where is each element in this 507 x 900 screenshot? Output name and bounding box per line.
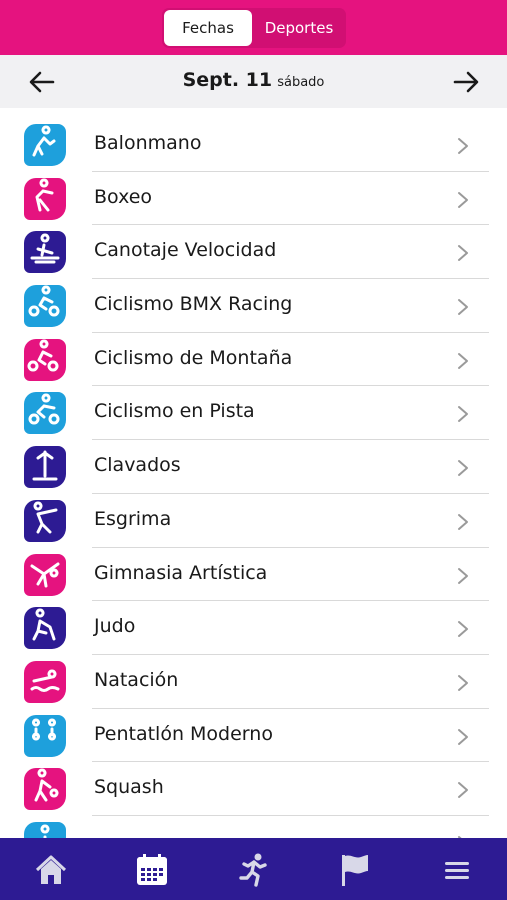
chevron-right-icon	[456, 191, 470, 209]
list-item[interactable]: Esgrima	[0, 494, 507, 548]
bottom-navigation	[0, 838, 507, 900]
tab-dates[interactable]: Fechas	[164, 10, 252, 46]
sport-label: Clavados	[94, 454, 181, 477]
sport-label: Ciclismo en Pista	[94, 400, 255, 423]
list-item[interactable]: Ciclismo en Pista	[0, 386, 507, 441]
judo-icon	[24, 607, 66, 650]
chevron-right-icon	[456, 298, 470, 316]
sport-label: Ciclismo de Montaña	[94, 346, 293, 369]
menu-icon	[445, 862, 469, 879]
list-item[interactable]: Natación	[0, 655, 507, 709]
sport-icon	[24, 821, 66, 838]
track-cycling-icon	[24, 392, 66, 435]
list-item[interactable]: Ciclismo de Montaña	[0, 333, 507, 387]
list-item[interactable]: Balonmano	[0, 118, 507, 172]
next-day-button[interactable]	[452, 68, 480, 96]
nav-menu[interactable]	[439, 852, 475, 888]
canoe-sprint-icon	[24, 231, 66, 274]
flag-icon	[342, 855, 368, 886]
bmx-icon	[24, 285, 66, 328]
list-item[interactable]	[0, 816, 507, 838]
sport-label: Ciclismo BMX Racing	[94, 293, 293, 316]
diving-icon	[24, 446, 66, 489]
list-item[interactable]: Boxeo	[0, 172, 507, 226]
chevron-right-icon	[456, 405, 470, 423]
tab-sports[interactable]: Deportes	[254, 10, 344, 46]
gymnastics-icon	[24, 553, 66, 596]
date-navigator: Sept. 11 sábado	[0, 55, 507, 108]
nav-calendar[interactable]	[134, 852, 170, 888]
list-item[interactable]: Squash	[0, 762, 507, 816]
chevron-right-icon	[456, 352, 470, 370]
chevron-right-icon	[456, 567, 470, 585]
swimming-icon	[24, 660, 66, 703]
list-item[interactable]: Judo	[0, 601, 507, 655]
nav-home[interactable]	[33, 852, 69, 888]
date-day: Sept. 11	[182, 69, 273, 91]
mountain-bike-icon	[24, 338, 66, 381]
arrow-right-icon	[453, 71, 479, 93]
current-date: Sept. 11 sábado	[0, 69, 507, 91]
chevron-right-icon	[456, 459, 470, 477]
chevron-right-icon	[456, 513, 470, 531]
nav-results[interactable]	[337, 852, 373, 888]
sport-label: Esgrima	[94, 507, 172, 530]
sport-label: Natación	[94, 668, 179, 691]
sport-list: Balonmano Boxeo Canotaje Velocidad Ciclismo…	[0, 118, 507, 838]
home-icon	[35, 855, 67, 884]
sport-label: Boxeo	[94, 185, 153, 208]
list-item[interactable]: Pentatlón Moderno	[0, 709, 507, 763]
calendar-icon	[137, 854, 167, 885]
sport-label: Squash	[94, 776, 164, 799]
date-weekday: sábado	[277, 75, 325, 90]
squash-icon	[24, 768, 66, 811]
fencing-icon	[24, 499, 66, 542]
boxing-icon	[24, 177, 66, 220]
sport-label: Pentatlón Moderno	[94, 722, 273, 745]
list-item[interactable]: Clavados	[0, 440, 507, 494]
sports-runner-icon	[239, 853, 267, 887]
chevron-right-icon	[456, 728, 470, 746]
handball-icon	[24, 124, 66, 166]
modern-pentathlon-icon	[24, 714, 66, 757]
sport-label: Judo	[94, 615, 136, 638]
list-item[interactable]: Ciclismo BMX Racing	[0, 279, 507, 333]
chevron-right-icon	[456, 781, 470, 799]
view-toggle: Fechas Deportes	[162, 8, 346, 48]
chevron-right-icon	[456, 137, 470, 155]
top-bar: Fechas Deportes	[0, 0, 507, 55]
sport-label: Canotaje Velocidad	[94, 239, 277, 262]
chevron-right-icon	[456, 674, 470, 692]
chevron-right-icon	[456, 620, 470, 638]
list-item[interactable]: Canotaje Velocidad	[0, 225, 507, 280]
nav-sports[interactable]	[236, 852, 272, 888]
list-item[interactable]: Gimnasia Artística	[0, 548, 507, 602]
chevron-right-icon	[456, 244, 470, 262]
sport-label: Gimnasia Artística	[94, 561, 268, 584]
sport-label: Balonmano	[94, 132, 202, 154]
